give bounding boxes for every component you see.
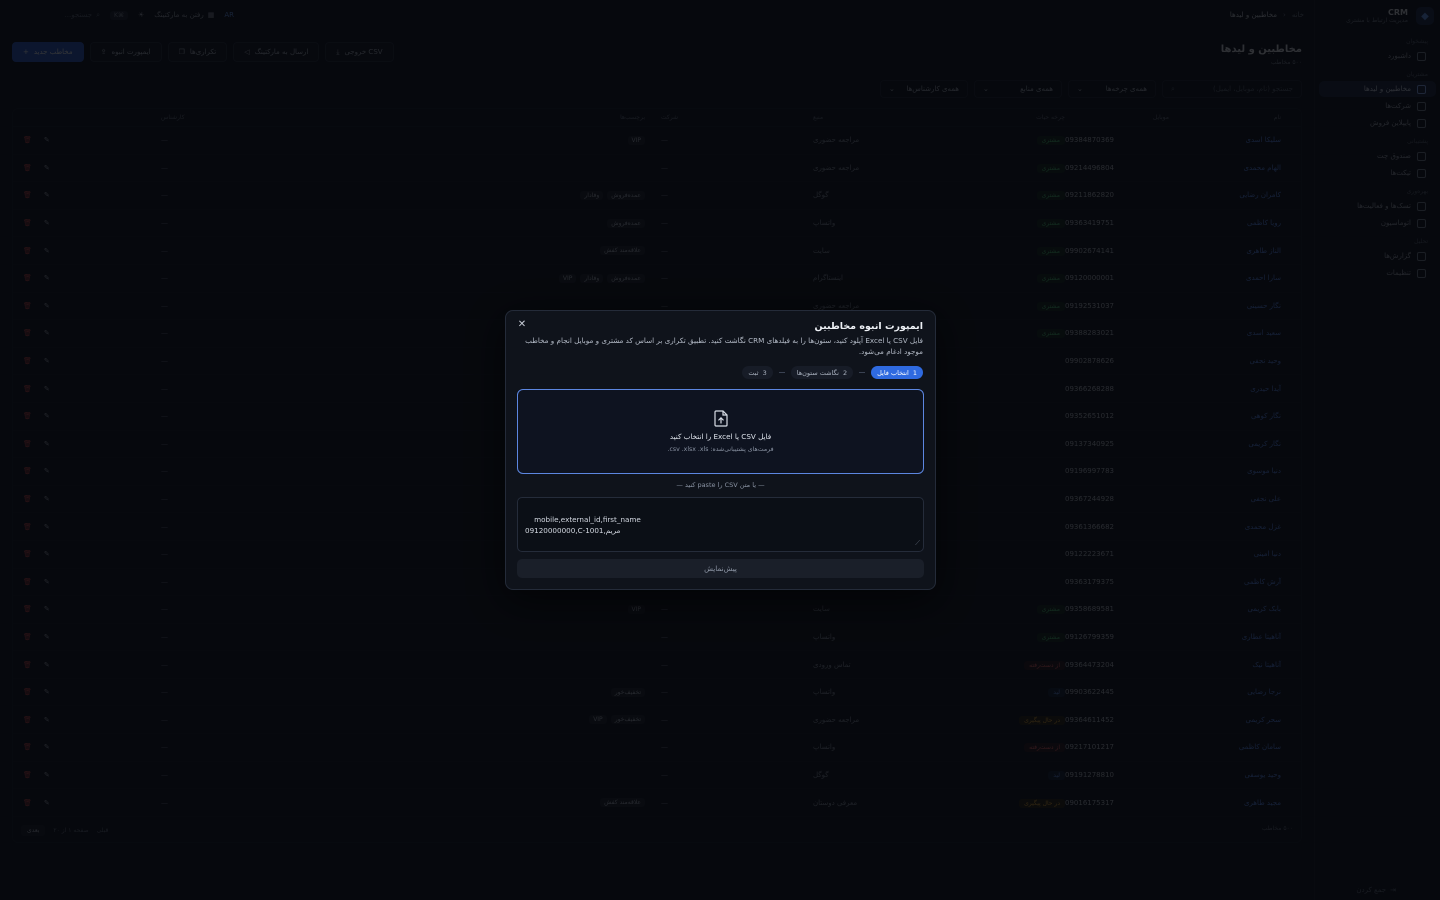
- step-label: نگاشت ستون‌ها: [796, 368, 839, 377]
- import-steps: 1 انتخاب فایل 2 نگاشت ستون‌ها 3 ثبت: [742, 366, 923, 379]
- step-submit: 3 ثبت: [742, 366, 773, 379]
- csv-paste-textarea[interactable]: mobile,external_id,first_name 0912000000…: [517, 497, 924, 552]
- step-select-file: 1 انتخاب فایل: [871, 366, 923, 379]
- step-label: ثبت: [748, 368, 759, 377]
- dropzone-formats: فرمت‌های پشتیبانی‌شده: csv .xlsx .xls.: [667, 446, 774, 453]
- modal-title: ایمپورت انبوه مخاطبین: [814, 321, 923, 332]
- file-dropzone[interactable]: فایل CSV یا Excel را انتخاب کنید فرمت‌ها…: [517, 389, 924, 474]
- step-separator: [778, 372, 785, 373]
- file-upload-icon: [713, 410, 728, 427]
- paste-divider: — یا متن CSV را paste کنید —: [676, 481, 765, 489]
- csv-paste-content: mobile,external_id,first_name 0912000000…: [525, 515, 641, 535]
- step-number: 1: [912, 368, 917, 377]
- step-separator: [859, 372, 866, 373]
- preview-button[interactable]: پیش‌نمایش: [517, 559, 924, 578]
- step-label: انتخاب فایل: [877, 368, 909, 377]
- step-map-columns: 2 نگاشت ستون‌ها: [790, 366, 854, 379]
- resize-handle-icon[interactable]: ⟋: [915, 538, 920, 549]
- step-number: 2: [842, 368, 848, 377]
- step-number: 3: [762, 368, 767, 377]
- dropzone-text: فایل CSV یا Excel را انتخاب کنید: [669, 432, 772, 441]
- modal-description: فایل CSV یا Excel آپلود کنید، ستون‌ها را…: [525, 336, 923, 356]
- close-icon[interactable]: ✕: [516, 319, 528, 331]
- bulk-import-modal: ✕ ایمپورت انبوه مخاطبین فایل CSV یا Exce…: [505, 310, 936, 590]
